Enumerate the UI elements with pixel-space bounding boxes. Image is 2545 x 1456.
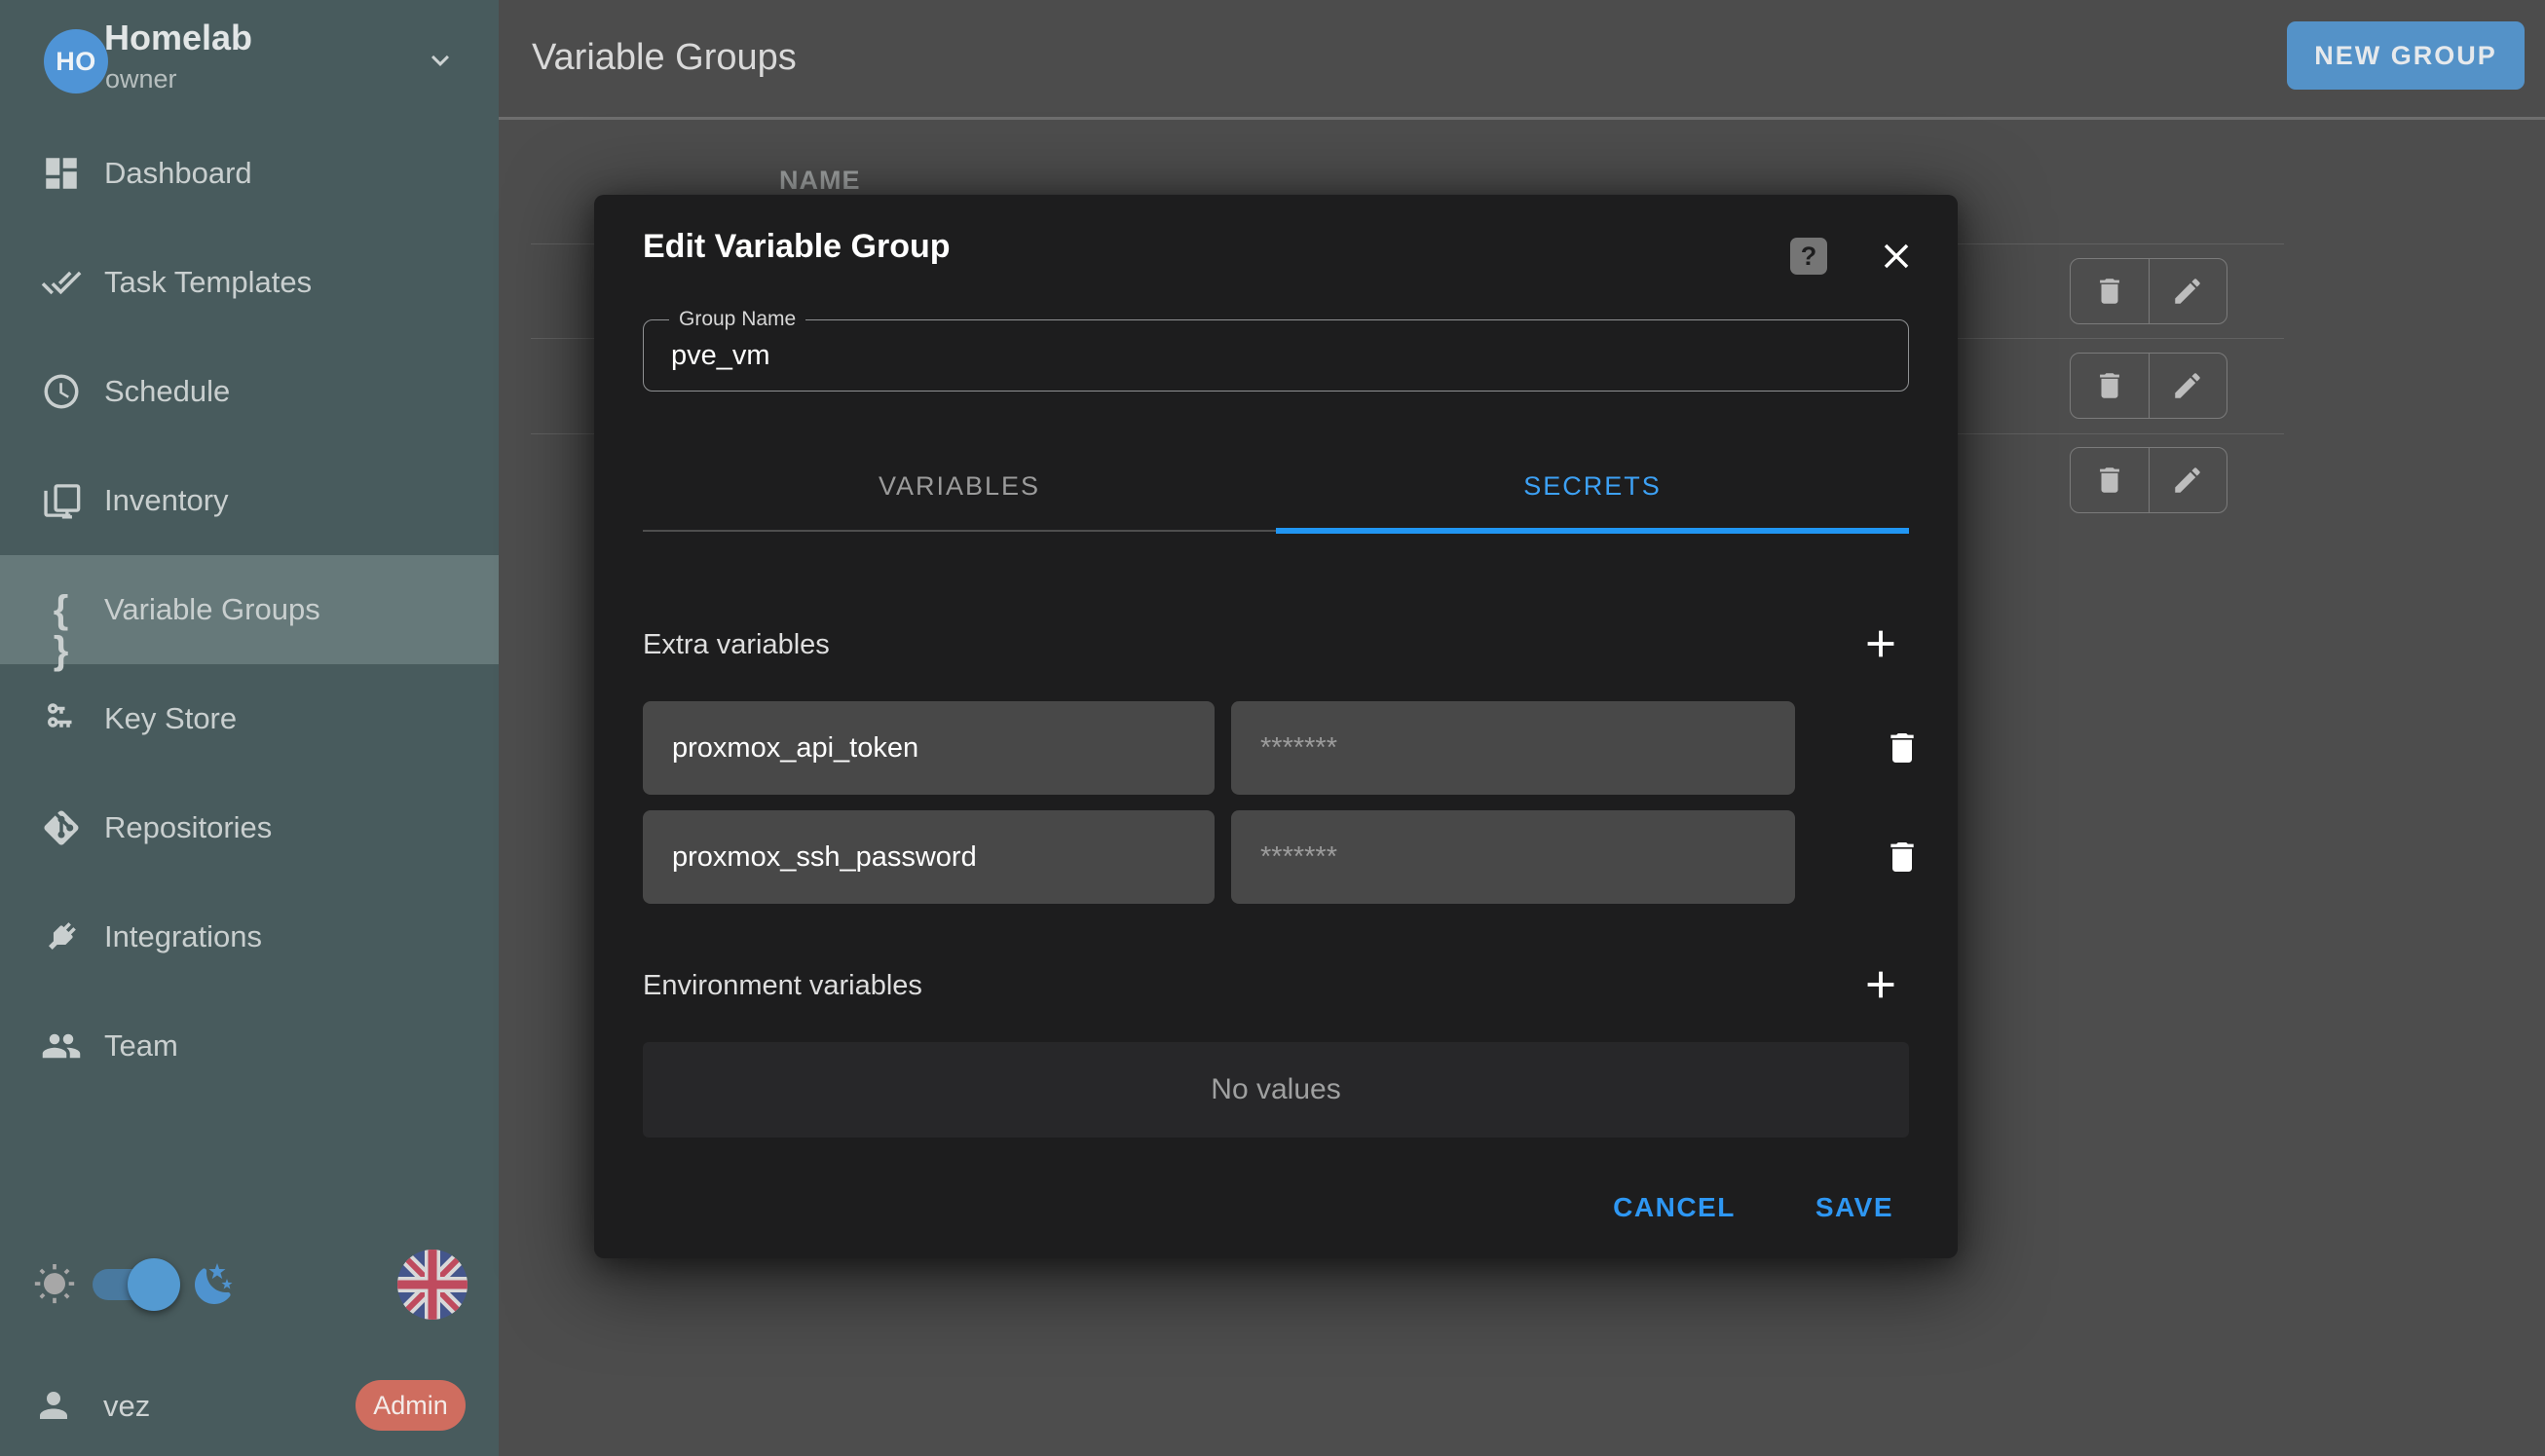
active-tab-indicator bbox=[1276, 528, 1909, 534]
delete-button[interactable] bbox=[2071, 259, 2150, 323]
sidebar-item-label: Task Templates bbox=[104, 265, 312, 300]
user-name: vez bbox=[103, 1389, 150, 1424]
git-icon bbox=[41, 807, 82, 848]
moon-stars-icon bbox=[191, 1261, 238, 1308]
sidebar-item-task-templates[interactable]: Task Templates bbox=[0, 228, 499, 337]
sun-icon bbox=[33, 1263, 76, 1306]
code-braces-icon: { } bbox=[41, 589, 82, 630]
account-icon bbox=[33, 1385, 74, 1426]
variable-key-field bbox=[643, 810, 1215, 904]
variable-key-field bbox=[643, 701, 1215, 795]
edit-button[interactable] bbox=[2150, 259, 2227, 323]
dialog-tabs: VARIABLES SECRETS bbox=[643, 440, 1909, 534]
tab-variables[interactable]: VARIABLES bbox=[643, 440, 1276, 532]
variable-value-field bbox=[1231, 701, 1795, 795]
table-row-actions bbox=[2070, 258, 2227, 324]
power-plug-icon bbox=[41, 916, 82, 957]
variable-key-input[interactable] bbox=[643, 810, 1215, 904]
edit-variable-group-dialog: Edit Variable Group ? Group Name VARIABL… bbox=[594, 195, 1958, 1258]
sidebar-item-label: Team bbox=[104, 1028, 178, 1064]
dialog-title: Edit Variable Group bbox=[643, 228, 951, 266]
group-name-label: Group Name bbox=[669, 308, 805, 331]
variable-key-input[interactable] bbox=[643, 701, 1215, 795]
admin-badge: Admin bbox=[356, 1380, 466, 1431]
environment-variables-empty: No values bbox=[643, 1042, 1909, 1138]
topbar: Variable Groups NEW GROUP bbox=[499, 0, 2545, 120]
sidebar-item-team[interactable]: Team bbox=[0, 991, 499, 1101]
variable-value-input[interactable] bbox=[1231, 810, 1795, 904]
variable-value-field bbox=[1231, 810, 1795, 904]
cancel-button[interactable]: CANCEL bbox=[1609, 1186, 1740, 1229]
sidebar-item-variable-groups[interactable]: { } Variable Groups bbox=[0, 555, 499, 664]
extra-variables-label: Extra variables bbox=[643, 629, 830, 661]
sidebar-item-integrations[interactable]: Integrations bbox=[0, 882, 499, 991]
workspace-name: Homelab bbox=[104, 18, 252, 58]
delete-button[interactable] bbox=[2071, 448, 2150, 512]
tab-secrets[interactable]: SECRETS bbox=[1276, 440, 1909, 532]
group-name-input[interactable] bbox=[644, 320, 1908, 391]
sidebar-item-label: Key Store bbox=[104, 701, 237, 736]
group-name-field: Group Name bbox=[643, 319, 1909, 392]
variable-value-input[interactable] bbox=[1231, 701, 1795, 795]
key-chain-icon bbox=[41, 698, 82, 739]
theme-controls bbox=[0, 1250, 499, 1320]
monitor-icon bbox=[41, 480, 82, 521]
add-extra-variable-icon[interactable] bbox=[1858, 621, 1903, 666]
extra-variable-row bbox=[643, 701, 1909, 795]
sidebar-item-schedule[interactable]: Schedule bbox=[0, 337, 499, 446]
sidebar-nav: Dashboard Task Templates Schedule Invent… bbox=[0, 119, 499, 1101]
user-row[interactable]: vez Admin bbox=[0, 1373, 499, 1437]
dashboard-icon bbox=[41, 153, 82, 194]
workspace-role: owner bbox=[105, 64, 177, 94]
team-icon bbox=[41, 1026, 82, 1066]
sidebar-item-dashboard[interactable]: Dashboard bbox=[0, 119, 499, 228]
table-row-actions bbox=[2070, 447, 2227, 513]
uk-flag-language-button[interactable] bbox=[397, 1250, 468, 1320]
app-root: HO Homelab owner Dashboard Task Template… bbox=[0, 0, 2545, 1456]
edit-button[interactable] bbox=[2150, 354, 2227, 418]
delete-variable-icon[interactable] bbox=[1863, 727, 1941, 769]
extra-variables-section: Extra variables bbox=[643, 621, 1909, 668]
delete-button[interactable] bbox=[2071, 354, 2150, 418]
clock-icon bbox=[41, 371, 82, 412]
extra-variable-row bbox=[643, 810, 1909, 904]
page-title: Variable Groups bbox=[532, 37, 797, 79]
delete-variable-icon[interactable] bbox=[1863, 836, 1941, 878]
sidebar-item-label: Inventory bbox=[104, 483, 229, 518]
sidebar-item-label: Integrations bbox=[104, 919, 262, 954]
dark-mode-toggle[interactable] bbox=[93, 1265, 174, 1304]
add-environment-variable-icon[interactable] bbox=[1858, 962, 1903, 1007]
close-icon[interactable] bbox=[1876, 236, 1917, 277]
help-button[interactable]: ? bbox=[1790, 238, 1827, 275]
sidebar-item-key-store[interactable]: Key Store bbox=[0, 664, 499, 773]
environment-variables-label: Environment variables bbox=[643, 970, 922, 1002]
workspace-switcher[interactable]: HO Homelab owner bbox=[0, 0, 499, 119]
sidebar-item-label: Schedule bbox=[104, 374, 230, 409]
sidebar-item-label: Repositories bbox=[104, 810, 272, 845]
sidebar-item-label: Dashboard bbox=[104, 156, 252, 191]
dialog-footer: CANCEL SAVE bbox=[1609, 1180, 1897, 1235]
environment-variables-section: Environment variables bbox=[643, 962, 1909, 1009]
workspace-avatar: HO bbox=[44, 29, 108, 93]
new-group-button[interactable]: NEW GROUP bbox=[2287, 21, 2525, 90]
sidebar-item-repositories[interactable]: Repositories bbox=[0, 773, 499, 882]
check-all-icon bbox=[41, 262, 82, 303]
edit-button[interactable] bbox=[2150, 448, 2227, 512]
toggle-thumb bbox=[128, 1258, 180, 1311]
sidebar: HO Homelab owner Dashboard Task Template… bbox=[0, 0, 499, 1456]
table-header-name: NAME bbox=[779, 166, 861, 196]
chevron-down-icon bbox=[423, 43, 458, 78]
sidebar-item-inventory[interactable]: Inventory bbox=[0, 446, 499, 555]
table-row-actions bbox=[2070, 353, 2227, 419]
sidebar-item-label: Variable Groups bbox=[104, 592, 320, 627]
save-button[interactable]: SAVE bbox=[1812, 1186, 1897, 1229]
